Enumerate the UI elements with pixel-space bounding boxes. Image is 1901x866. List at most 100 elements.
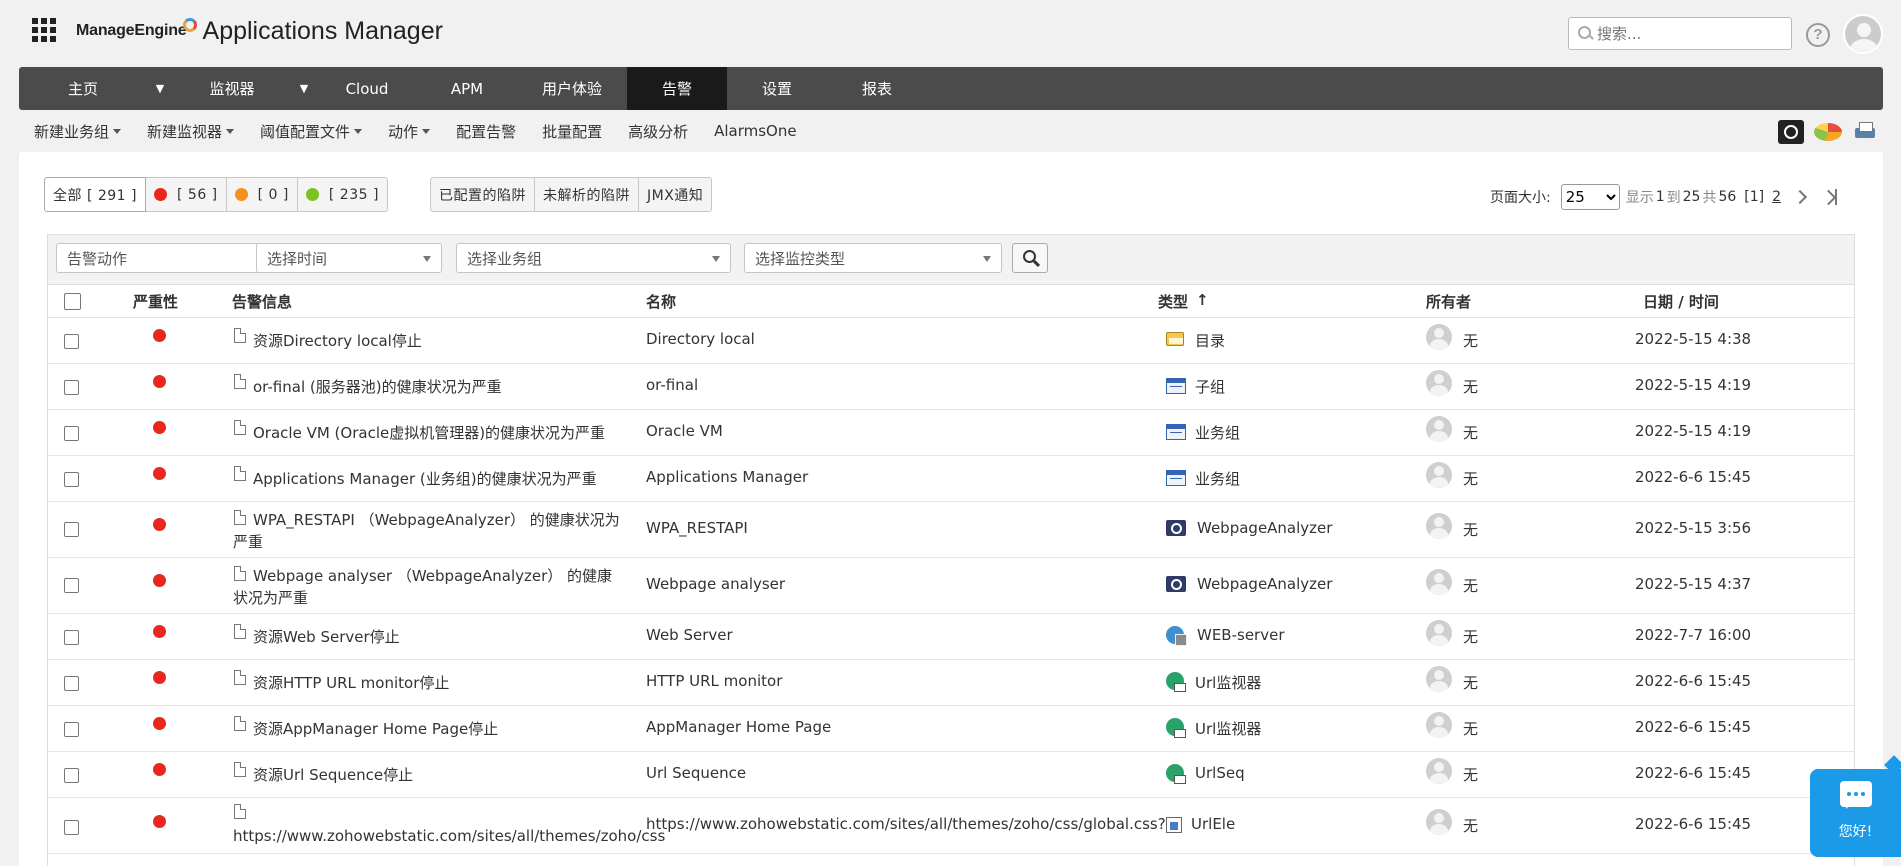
row-checkbox[interactable] [64, 630, 79, 645]
nav-home-chevron-down-icon[interactable]: ▼ [147, 67, 173, 110]
row-checkbox[interactable] [64, 522, 79, 537]
aperture-icon[interactable] [1778, 120, 1804, 144]
search-box[interactable] [1568, 17, 1792, 50]
document-icon[interactable] [234, 804, 246, 819]
alarm-message[interactable]: 资源Directory local停止 [253, 330, 422, 351]
monitor-name[interactable]: AppManager Home Page [646, 718, 831, 736]
subnav-new-business-group[interactable]: 新建业务组 [19, 121, 132, 142]
alarm-message[interactable]: https://www.zohowebstatic.com/sites/all/… [233, 827, 665, 845]
monitor-name[interactable]: Applications Manager [646, 468, 808, 486]
monitor-name[interactable]: WPA_RESTAPI [646, 519, 748, 537]
nav-monitors[interactable]: 监视器 [173, 67, 291, 110]
nav-home[interactable]: 主页 [19, 67, 147, 110]
nav-alarms[interactable]: 告警 [627, 67, 727, 110]
document-icon[interactable] [234, 374, 246, 389]
printer-icon[interactable] [1852, 120, 1878, 144]
alarm-message[interactable]: 资源Url Sequence停止 [253, 764, 413, 785]
col-type[interactable]: 类型 [1158, 291, 1188, 312]
document-icon[interactable] [234, 716, 246, 731]
document-icon[interactable] [234, 328, 246, 343]
search-go-button[interactable] [1012, 243, 1048, 273]
monitor-name[interactable]: Url Sequence [646, 764, 746, 782]
time-select[interactable]: 选择时间 [256, 243, 442, 273]
alarm-message[interactable]: 资源AppManager Home Page停止 [253, 718, 498, 739]
subnav-alarmsone[interactable]: AlarmsOne [699, 122, 808, 140]
pager-page-2-link[interactable]: 2 [1772, 189, 1781, 205]
subnav-bulk-config[interactable]: 批量配置 [527, 121, 613, 142]
monitor-name[interactable]: HTTP URL monitor [646, 672, 782, 690]
filter-clear-button[interactable]: [ 235 ] [297, 177, 388, 212]
pie-chart-icon[interactable] [1814, 123, 1842, 141]
unresolved-traps-button[interactable]: 未解析的陷阱 [535, 177, 639, 212]
subnav-new-monitor[interactable]: 新建监视器 [132, 121, 245, 142]
row-checkbox[interactable] [64, 472, 79, 487]
row-checkbox[interactable] [64, 768, 79, 783]
document-icon[interactable] [234, 466, 246, 481]
table-row[interactable]: 资源AppManager Home Page停止 AppManager Home… [48, 706, 1854, 752]
table-row[interactable]: 资源Directory local停止 Directory local 目录 无… [48, 318, 1854, 364]
jmx-notifications-button[interactable]: JMX通知 [639, 177, 713, 212]
monitor-type-select[interactable]: 选择监控类型 [744, 243, 1002, 273]
chat-widget[interactable]: 您好! [1810, 769, 1901, 857]
alarm-message[interactable]: or-final (服务器池)的健康状况为严重 [253, 376, 502, 397]
col-severity[interactable]: 严重性 [133, 291, 178, 312]
subnav-advanced-analysis[interactable]: 高级分析 [613, 121, 699, 142]
table-row[interactable]: 资源Web Server停止 Web Server WEB-server 无 2… [48, 614, 1854, 660]
document-icon[interactable] [234, 624, 246, 639]
filter-warning-button[interactable]: [ 0 ] [226, 177, 298, 212]
alarm-message[interactable]: WPA_RESTAPI （WebpageAnalyzer） 的健康状况为严重 [233, 509, 633, 553]
row-checkbox[interactable] [64, 676, 79, 691]
subnav-threshold-profile[interactable]: 阈值配置文件 [245, 121, 373, 142]
configured-traps-button[interactable]: 已配置的陷阱 [430, 177, 535, 212]
alarm-message[interactable]: Oracle VM (Oracle虚拟机管理器)的健康状况为严重 [253, 422, 605, 443]
last-page-icon[interactable] [1823, 189, 1838, 205]
monitor-name[interactable]: Web Server [646, 626, 733, 644]
page-size-select[interactable]: 25 [1560, 184, 1620, 210]
nav-cloud[interactable]: Cloud [317, 67, 417, 110]
nav-monitors-chevron-down-icon[interactable]: ▼ [291, 67, 317, 110]
row-checkbox[interactable] [64, 820, 79, 835]
table-row[interactable]: WPA_RESTAPI （WebpageAnalyzer） 的健康状况为严重 W… [48, 502, 1854, 558]
row-checkbox[interactable] [64, 722, 79, 737]
table-row[interactable]: 资源Url Sequence停止 Url Sequence UrlSeq 无 2… [48, 752, 1854, 798]
alarm-message[interactable]: 资源HTTP URL monitor停止 [253, 672, 449, 693]
monitor-name[interactable]: https://www.zohowebstatic.com/sites/all/… [646, 815, 1166, 833]
business-group-select[interactable]: 选择业务组 [456, 243, 731, 273]
next-page-icon[interactable] [1792, 189, 1808, 205]
monitor-name[interactable]: or-final [646, 376, 698, 394]
nav-user-experience[interactable]: 用户体验 [517, 67, 627, 110]
row-checkbox[interactable] [64, 426, 79, 441]
subnav-configure-alarms[interactable]: 配置告警 [441, 121, 527, 142]
table-row[interactable]: or-final (服务器池)的健康状况为严重 or-final 子组 无 20… [48, 364, 1854, 410]
select-all-checkbox[interactable] [64, 293, 81, 310]
alarm-message[interactable]: 资源Web Server停止 [253, 626, 400, 647]
filter-all-button[interactable]: 全部 [ 291 ] [44, 177, 146, 212]
monitor-name[interactable]: Webpage analyser [646, 575, 785, 593]
document-icon[interactable] [234, 420, 246, 435]
nav-apm[interactable]: APM [417, 67, 517, 110]
help-icon[interactable]: ? [1806, 23, 1830, 47]
alarm-message[interactable]: Applications Manager (业务组)的健康状况为严重 [253, 468, 597, 489]
table-row[interactable]: Applications Manager (业务组)的健康状况为严重 Appli… [48, 456, 1854, 502]
table-row[interactable]: Oracle VM (Oracle虚拟机管理器)的健康状况为严重 Oracle … [48, 410, 1854, 456]
nav-settings[interactable]: 设置 [727, 67, 827, 110]
col-name[interactable]: 名称 [646, 291, 676, 312]
sort-ascending-icon[interactable]: ↑ [1196, 291, 1209, 309]
row-checkbox[interactable] [64, 578, 79, 593]
document-icon[interactable] [234, 762, 246, 777]
col-message[interactable]: 告警信息 [232, 291, 292, 312]
alarm-action-select[interactable]: 告警动作 [56, 243, 282, 273]
col-owner[interactable]: 所有者 [1426, 291, 1471, 312]
logo[interactable]: ManageEngine Applications Manager [76, 14, 443, 48]
table-row[interactable]: Webpage analyser （WebpageAnalyzer） 的健康状况… [48, 558, 1854, 614]
table-row[interactable]: 资源HTTP URL monitor停止 HTTP URL monitor Ur… [48, 660, 1854, 706]
monitor-name[interactable]: Directory local [646, 330, 755, 348]
nav-reports[interactable]: 报表 [827, 67, 927, 110]
alarm-message[interactable]: Webpage analyser （WebpageAnalyzer） 的健康状况… [233, 565, 618, 609]
table-row[interactable]: https://www.zohowebstatic.com/sites/all/… [48, 798, 1854, 854]
row-checkbox[interactable] [64, 380, 79, 395]
row-checkbox[interactable] [64, 334, 79, 349]
document-icon[interactable] [234, 670, 246, 685]
subnav-actions[interactable]: 动作 [373, 121, 441, 142]
search-input[interactable] [1597, 24, 1777, 43]
